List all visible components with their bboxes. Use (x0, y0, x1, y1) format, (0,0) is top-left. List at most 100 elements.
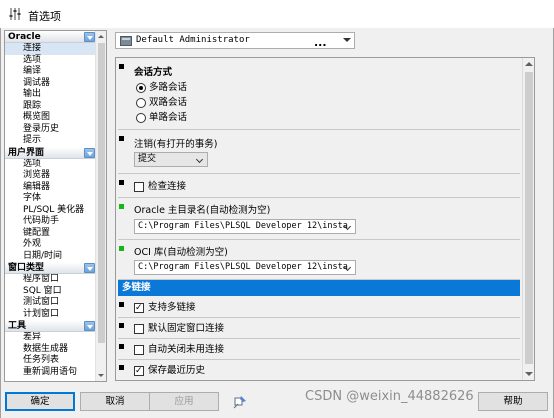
chevron-down-icon (343, 38, 351, 42)
tree-category[interactable]: 用户界面 (5, 146, 96, 159)
collapse-chevron-icon[interactable] (84, 321, 95, 331)
window-title: 首选项 (28, 10, 61, 23)
profile-more-button[interactable]: ... (314, 36, 327, 49)
tree-item[interactable]: 字体 (5, 193, 96, 205)
multi-connection-row: 默认固定窗口连接 (118, 319, 520, 339)
radio-dot (136, 83, 146, 93)
logoff-label: 注销(有打开的事务) (134, 139, 218, 150)
oci-library-section: OCI 库(自动检测为空) C:\Program Files\PLSQL Dev… (118, 242, 520, 280)
tree-item[interactable]: 重新调用语句 (5, 367, 96, 379)
collapse-chevron-icon[interactable] (84, 147, 95, 158)
oci-library-value: C:\Program Files\PLSQL Developer 12\inst… (138, 262, 348, 272)
collapse-chevron-icon[interactable] (84, 263, 95, 273)
radio-dot (136, 98, 146, 108)
tree-item[interactable]: 选项 (5, 55, 96, 67)
scroll-thumb[interactable] (98, 43, 105, 343)
section-marker (119, 204, 124, 209)
tree-item[interactable]: 选项 (5, 159, 96, 171)
chevron-down-icon (197, 157, 204, 162)
section-marker (119, 344, 124, 349)
check-connection-checkbox[interactable]: 检查连接 (134, 181, 186, 193)
radio-multi-session[interactable]: 多路会话 (136, 82, 187, 94)
section-marker (119, 365, 124, 370)
oracle-home-select[interactable]: C:\Program Files\PLSQL Developer 12\inst… (134, 219, 356, 234)
radio-label: 单路会话 (149, 112, 188, 123)
help-button[interactable]: 帮助 (478, 392, 548, 411)
checkbox-label: 自动关闭未用连接 (148, 344, 225, 355)
tree-item[interactable]: 编辑器 (5, 182, 96, 194)
tree-item[interactable]: 程序窗口 (5, 274, 96, 286)
chevron-down-icon (345, 224, 352, 229)
checkbox-label: 支持多链接 (148, 302, 196, 313)
checkbox-label: 检查连接 (148, 181, 187, 192)
tree-category[interactable]: 工具 (5, 320, 96, 332)
preferences-icon (9, 8, 21, 20)
collapse-chevron-icon[interactable] (84, 32, 95, 42)
tree-item[interactable]: 键配置 (5, 228, 96, 240)
tree-item[interactable]: 差异 (5, 332, 96, 344)
tree-category-label: 用户界面 (8, 147, 45, 158)
checkbox-box (134, 302, 144, 314)
tree-category[interactable]: Oracle (5, 31, 96, 43)
category-list: Oracle 连接 选项 编译 调试器 输出 跟踪 概览图 登录历史 提示 用户界面 选项 浏览器 编辑器… (5, 31, 96, 378)
tree-item[interactable]: 输出 (5, 89, 96, 101)
tree-item[interactable]: PL/SQL 美化器 (5, 205, 96, 217)
section-marker (119, 323, 124, 328)
section-marker (119, 136, 124, 141)
scroll-down-icon[interactable] (96, 370, 106, 381)
radio-dual-session[interactable]: 双路会话 (136, 97, 187, 109)
tree-item[interactable]: 测试窗口 (5, 297, 96, 309)
section-marker (119, 180, 124, 185)
radio-label: 多路会话 (149, 82, 188, 93)
tree-category-label: Oracle (8, 32, 41, 42)
oci-library-select[interactable]: C:\Program Files\PLSQL Developer 12\inst… (134, 260, 356, 275)
oci-library-label: OCI 库(自动检测为空) (134, 247, 228, 258)
oracle-home-label: Oracle 主目录名(自动检测为空) (134, 205, 271, 216)
tree-item[interactable]: 日期/时间 (5, 251, 96, 263)
default-pin-window-checkbox[interactable]: 默认固定窗口连接 (134, 323, 224, 335)
tree-item[interactable]: 代码助手 (5, 216, 96, 228)
scroll-down-icon[interactable] (523, 368, 534, 380)
tree-item[interactable]: 调试器 (5, 78, 96, 90)
save-recent-history-checkbox[interactable]: 保存最近历史 (134, 365, 205, 377)
oracle-home-section: Oracle 主目录名(自动检测为空) C:\Program Files\PLS… (118, 200, 520, 240)
tree-item[interactable]: 计划窗口 (5, 309, 96, 321)
checkbox-box (134, 345, 144, 355)
radio-single-session[interactable]: 单路会话 (136, 112, 187, 124)
title-bar: 首选项 (0, 0, 554, 28)
tree-item[interactable]: 编译 (5, 66, 96, 78)
support-multi-connection-checkbox[interactable]: 支持多链接 (134, 302, 196, 314)
tree-item[interactable]: 浏览器 (5, 170, 96, 182)
pin-icon[interactable] (232, 394, 248, 410)
apply-button[interactable]: 应用 (149, 392, 219, 411)
tree-item[interactable]: 登录历史 (5, 124, 96, 136)
tree-category-label: 窗口类型 (8, 263, 45, 273)
scroll-up-icon[interactable] (523, 58, 534, 70)
tree-item[interactable]: 外观 (5, 239, 96, 251)
checkbox-box (134, 365, 144, 377)
profile-value: Default Administrator (136, 35, 250, 45)
chevron-down-icon (345, 265, 352, 270)
panel-scrollbar[interactable] (522, 58, 534, 380)
scroll-up-icon[interactable] (96, 31, 106, 42)
ok-button[interactable]: 确定 (5, 392, 75, 411)
tree-category[interactable]: 窗口类型 (5, 262, 96, 274)
logoff-value: 提交 (138, 154, 157, 164)
session-mode-title: 会话方式 (134, 67, 173, 78)
tree-item[interactable]: 任务列表 (5, 355, 96, 367)
category-tree[interactable]: Oracle 连接 选项 编译 调试器 输出 跟踪 概览图 登录历史 提示 用户界面 选项 浏览器 编辑器… (4, 30, 107, 382)
multi-connection-header: 多链接 (118, 280, 520, 296)
tree-item[interactable]: 概览图 (5, 112, 96, 124)
radio-dot (136, 113, 146, 123)
tree-item[interactable]: 连接 (5, 43, 96, 55)
tree-item[interactable]: SQL 窗口 (5, 286, 96, 298)
tree-item[interactable]: 数据生成器 (5, 344, 96, 356)
tree-item[interactable]: 跟踪 (5, 101, 96, 113)
scroll-thumb[interactable] (525, 72, 533, 364)
checkbox-label: 默认固定窗口连接 (148, 323, 225, 334)
auto-close-unused-checkbox[interactable]: 自动关闭未用连接 (134, 344, 224, 356)
logoff-select[interactable]: 提交 (134, 152, 208, 167)
tree-scrollbar[interactable] (95, 31, 106, 381)
tree-item[interactable]: 提示 (5, 135, 96, 147)
cancel-button[interactable]: 取消 (80, 392, 150, 411)
